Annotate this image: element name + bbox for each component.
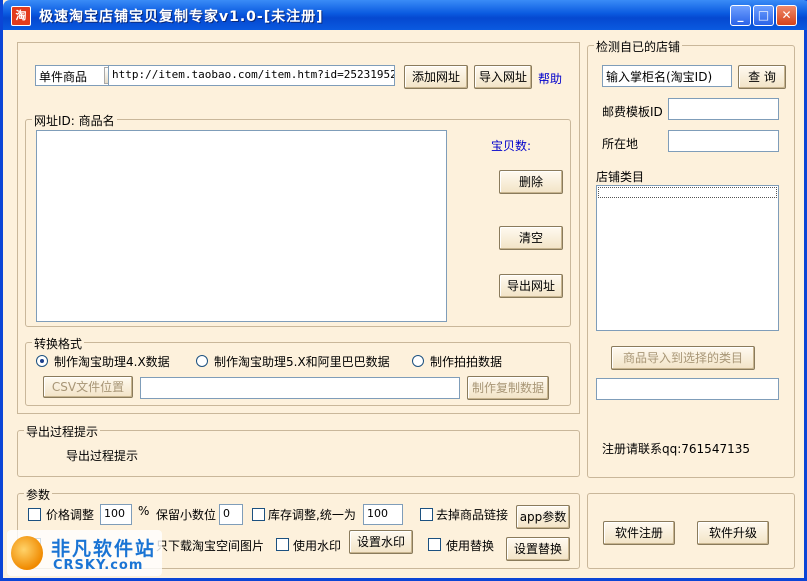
watermark-checkbox[interactable] <box>276 538 289 551</box>
title-bar[interactable]: 淘 极速淘宝店铺宝贝复制专家v1.0-[未注册] _ □ ✕ <box>3 0 807 30</box>
export-group: 导出过程提示 导出过程提示 <box>17 423 580 477</box>
format-radio-1[interactable] <box>36 355 48 367</box>
url-group: 网址ID: 商品名 宝贝数: 删除 清空 导出网址 <box>25 112 571 327</box>
replace-label: 使用替换 <box>446 539 495 553</box>
format-radio-3[interactable] <box>412 355 424 367</box>
csv-path-input[interactable] <box>140 377 460 399</box>
register-group: 软件注册 软件升级 <box>587 493 795 569</box>
query-button[interactable]: 查 询 <box>738 65 786 89</box>
shop-id-input[interactable]: 输入掌柜名(淘宝ID) <box>602 65 732 87</box>
main-panel: 单件商品 ▼ http://item.taobao.com/item.htm?i… <box>17 42 580 414</box>
stock-checkbox[interactable] <box>252 508 265 521</box>
url-input[interactable]: http://item.taobao.com/item.htm?id=25231… <box>108 65 395 86</box>
item-count-label: 宝贝数: <box>491 139 532 153</box>
format-group: 转换格式 制作淘宝助理4.X数据 制作淘宝助理5.X和阿里巴巴数据 制作拍拍数据… <box>25 335 571 406</box>
export-group-legend: 导出过程提示 <box>24 423 101 440</box>
logo-icon <box>11 536 43 570</box>
category-label: 店铺类目 <box>596 170 645 184</box>
mode-select-value: 单件商品 <box>39 70 88 84</box>
category-list[interactable] <box>596 185 779 331</box>
delete-button[interactable]: 删除 <box>499 170 563 194</box>
location-input[interactable] <box>668 130 779 152</box>
format-option-3: 制作拍拍数据 <box>430 355 503 369</box>
software-upgrade-button[interactable]: 软件升级 <box>697 521 769 545</box>
maximize-button[interactable]: □ <box>753 5 774 26</box>
format-option-2: 制作淘宝助理5.X和阿里巴巴数据 <box>214 355 390 369</box>
window-title: 极速淘宝店铺宝贝复制专家v1.0-[未注册] <box>39 9 324 25</box>
add-url-button[interactable]: 添加网址 <box>404 65 468 89</box>
shipping-template-input[interactable] <box>668 98 779 120</box>
price-input[interactable]: 100 <box>100 504 132 525</box>
site-watermark-logo: 非凡软件站 CRSKY.com <box>7 530 162 576</box>
replace-checkbox[interactable] <box>428 538 441 551</box>
category-status-input[interactable] <box>596 378 779 400</box>
params-group-legend: 参数 <box>24 486 53 503</box>
remove-links-checkbox[interactable] <box>420 508 433 521</box>
watermark-label: 使用水印 <box>293 539 342 553</box>
remove-links-label: 去掉商品链接 <box>436 508 509 522</box>
app-params-button[interactable]: app参数 <box>516 505 570 529</box>
format-option-1: 制作淘宝助理4.X数据 <box>54 355 170 369</box>
make-data-button[interactable]: 制作复制数据 <box>467 376 549 400</box>
import-to-category-button[interactable]: 商品导入到选择的类目 <box>611 346 755 370</box>
watermark-text-2: CRSKY.com <box>53 558 144 573</box>
export-message: 导出过程提示 <box>66 449 139 463</box>
url-group-legend: 网址ID: 商品名 <box>32 112 117 129</box>
replace-settings-button[interactable]: 设置替换 <box>506 537 570 561</box>
import-url-button[interactable]: 导入网址 <box>474 65 532 89</box>
percent-label: % <box>138 504 150 518</box>
location-label: 所在地 <box>602 137 639 151</box>
register-contact-label: 注册请联系qq:761547135 <box>602 442 750 456</box>
minimize-button[interactable]: _ <box>730 5 751 26</box>
format-radio-2[interactable] <box>196 355 208 367</box>
stock-label: 库存调整,统一为 <box>268 508 356 522</box>
software-register-button[interactable]: 软件注册 <box>603 521 675 545</box>
decimals-input[interactable]: 0 <box>219 504 243 525</box>
export-url-button[interactable]: 导出网址 <box>499 274 563 298</box>
shop-group: 检测自已的店铺 输入掌柜名(淘宝ID) 查 询 邮费模板ID 所在地 店铺类目 … <box>587 38 795 478</box>
format-group-legend: 转换格式 <box>32 335 85 352</box>
close-button[interactable]: ✕ <box>776 5 797 26</box>
app-icon: 淘 <box>11 6 31 26</box>
price-adjust-checkbox[interactable] <box>28 508 41 521</box>
csv-location-button[interactable]: CSV文件位置 <box>43 376 133 398</box>
shipping-template-label: 邮费模板ID <box>602 105 663 119</box>
watermark-settings-button[interactable]: 设置水印 <box>349 530 413 554</box>
clear-button[interactable]: 清空 <box>499 226 563 250</box>
help-link[interactable]: 帮助 <box>538 70 562 87</box>
watermark-text-1: 非凡软件站 <box>51 538 157 560</box>
shop-group-legend: 检测自已的店铺 <box>594 38 683 55</box>
category-list-focus <box>598 187 777 198</box>
app-window: 淘 极速淘宝店铺宝贝复制专家v1.0-[未注册] _ □ ✕ 单件商品 ▼ ht… <box>0 0 807 581</box>
price-adjust-label: 价格调整 <box>46 508 95 522</box>
stock-input[interactable]: 100 <box>363 504 403 525</box>
decimals-label: 保留小数位 <box>156 508 217 522</box>
download-label: 只下载淘宝空间图片 <box>156 539 265 553</box>
url-list[interactable] <box>36 130 447 322</box>
